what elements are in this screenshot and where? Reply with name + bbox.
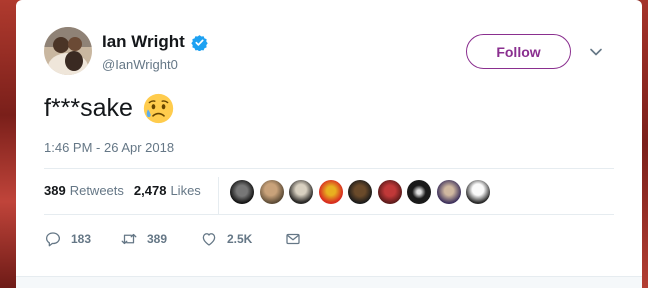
reply-action[interactable]: 183 bbox=[44, 230, 120, 248]
like-count: 2.5K bbox=[227, 232, 253, 246]
tweet-text: f***sake bbox=[44, 92, 175, 125]
tweet-text-content: f***sake bbox=[44, 94, 133, 122]
display-name-text[interactable]: Ian Wright bbox=[102, 32, 185, 52]
liker-avatar[interactable] bbox=[377, 180, 402, 204]
retweets-stat[interactable]: 389 Retweets bbox=[44, 183, 124, 198]
reply-count: 183 bbox=[71, 232, 92, 246]
likes-label: Likes bbox=[170, 183, 201, 198]
retweet-count: 389 bbox=[147, 232, 168, 246]
reply-icon[interactable] bbox=[44, 230, 62, 248]
card-footer bbox=[16, 276, 642, 288]
retweet-action[interactable]: 389 bbox=[120, 230, 200, 248]
likes-stat[interactable]: 2,478 Likes bbox=[134, 183, 201, 198]
likes-count: 2,478 bbox=[133, 183, 167, 198]
liker-avatar[interactable] bbox=[289, 180, 313, 204]
tweet-card: Ian Wright @IanWright0 Follow f***sake 1… bbox=[16, 0, 642, 288]
liker-avatar[interactable] bbox=[230, 180, 254, 204]
tweet-actions: 183 389 2.5K bbox=[44, 230, 302, 248]
liker-avatar[interactable] bbox=[466, 180, 490, 204]
divider bbox=[44, 168, 614, 169]
retweets-count: 389 bbox=[44, 183, 66, 198]
avatar[interactable] bbox=[44, 27, 92, 75]
divider bbox=[44, 214, 614, 215]
retweets-label: Retweets bbox=[69, 183, 124, 198]
liker-avatar[interactable] bbox=[407, 180, 431, 204]
liker-avatar[interactable] bbox=[436, 180, 461, 204]
liker-avatar[interactable] bbox=[259, 180, 284, 204]
sad-sweat-emoji-icon bbox=[143, 93, 174, 124]
display-name[interactable]: Ian Wright bbox=[102, 32, 208, 52]
stats-separator bbox=[218, 177, 219, 214]
direct-message-action[interactable] bbox=[284, 230, 302, 248]
follow-button[interactable]: Follow bbox=[466, 34, 571, 69]
heart-icon[interactable] bbox=[200, 230, 218, 248]
chevron-down-icon[interactable] bbox=[588, 44, 604, 60]
tweet-timestamp[interactable]: 1:46 PM - 26 Apr 2018 bbox=[44, 140, 174, 155]
retweet-icon[interactable] bbox=[120, 230, 138, 248]
verified-badge-icon bbox=[191, 34, 208, 51]
like-action[interactable]: 2.5K bbox=[200, 230, 284, 248]
mail-icon[interactable] bbox=[284, 230, 302, 248]
user-handle[interactable]: @IanWright0 bbox=[102, 57, 178, 72]
liker-avatar[interactable] bbox=[318, 180, 343, 204]
liker-avatars bbox=[230, 180, 496, 204]
liker-avatar[interactable] bbox=[348, 180, 372, 204]
tweet-stats: 389 Retweets 2,478 Likes bbox=[44, 183, 211, 198]
